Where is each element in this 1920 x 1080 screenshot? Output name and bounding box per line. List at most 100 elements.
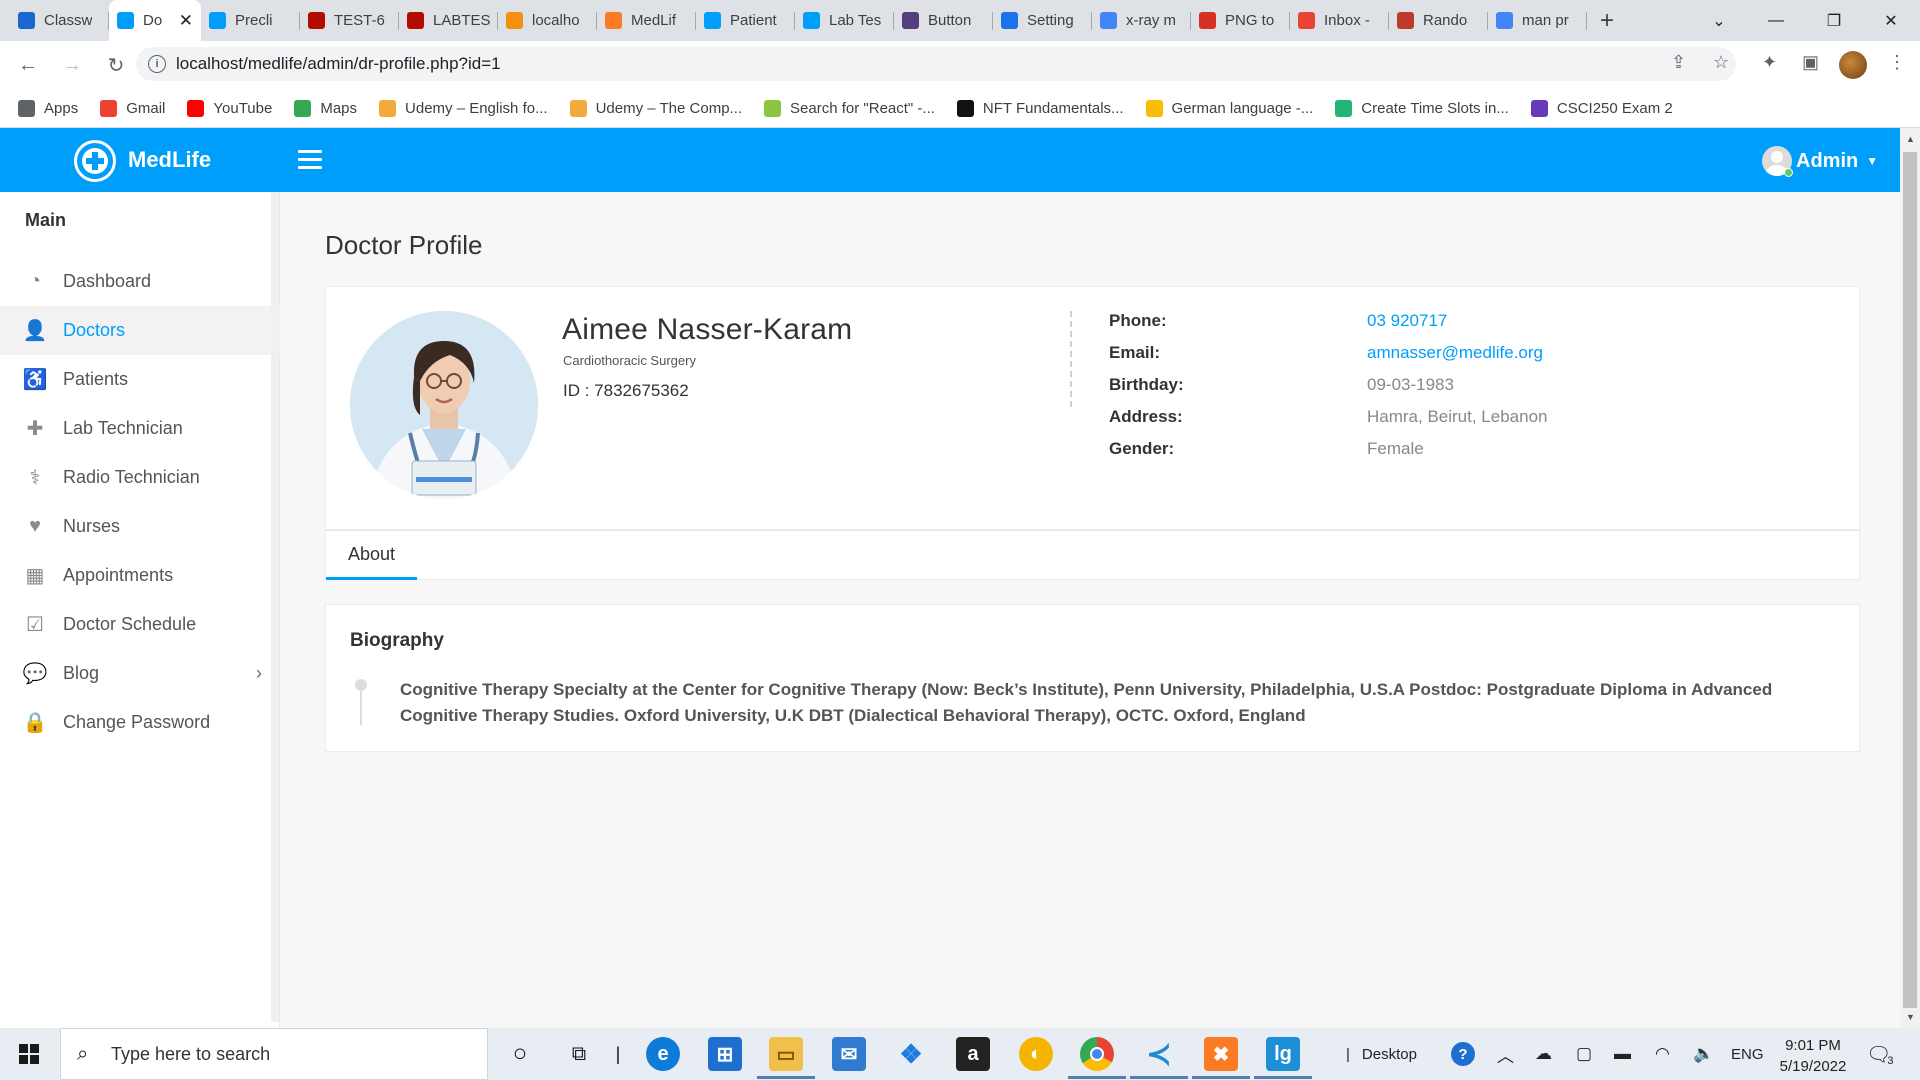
site-info-icon[interactable]: i — [148, 55, 166, 73]
desktop-toolbar[interactable]: | Desktop — [1346, 1028, 1417, 1080]
info-value[interactable]: 03 920717 — [1367, 311, 1447, 331]
hamburger-menu-icon[interactable] — [298, 150, 322, 170]
biography-card: Biography Cognitive Therapy Specialty at… — [325, 604, 1860, 752]
sidebar-scrollbar[interactable] — [271, 192, 279, 1022]
taskbar-search-field[interactable]: ⌕ Type here to search — [60, 1028, 488, 1080]
taskbar-clock[interactable]: 9:01 PM 5/19/2022 — [1768, 1035, 1858, 1077]
browser-tab[interactable]: TEST-6 — [300, 0, 399, 41]
task-view-icon[interactable]: ⧉ — [562, 1037, 596, 1071]
browser-tab[interactable]: Button — [894, 0, 993, 41]
scroll-up-icon[interactable]: ▲ — [1906, 134, 1915, 144]
mail-icon[interactable]: ✉ — [832, 1037, 866, 1071]
browser-tab[interactable]: Precli — [201, 0, 300, 41]
sidebar-item-doctors[interactable]: 👤 Doctors — [0, 306, 280, 355]
browser-tab[interactable]: Rando — [1389, 0, 1488, 41]
tab-about[interactable]: About — [326, 531, 417, 580]
sidebar-item-change-password[interactable]: 🔒 Change Password — [0, 698, 280, 747]
onedrive-icon[interactable]: ☁ — [1535, 1028, 1552, 1080]
meet-now-icon[interactable]: ▢ — [1576, 1028, 1592, 1080]
chrome-icon[interactable] — [1080, 1037, 1114, 1071]
language-indicator[interactable]: ENG — [1731, 1028, 1764, 1080]
sidebar-item-dashboard[interactable]: ◔ Dashboard — [0, 257, 280, 306]
bookmark-item[interactable]: Udemy – The Comp... — [569, 100, 742, 117]
browser-tab[interactable]: Lab Tes — [795, 0, 894, 41]
sidebar-item-doctor-schedule[interactable]: ☑ Doctor Schedule — [0, 600, 280, 649]
close-tab-icon[interactable]: ✕ — [179, 11, 193, 31]
restore-button[interactable]: ❐ — [1805, 0, 1863, 41]
scrollbar-thumb[interactable] — [1903, 152, 1917, 1008]
sidebar-item-radio-technician[interactable]: ⚕ Radio Technician — [0, 453, 280, 502]
heartbeat-icon: ♥ — [29, 515, 41, 537]
bookmark-item[interactable]: YouTube — [187, 100, 272, 117]
browser-tab[interactable]: MedLif — [597, 0, 696, 41]
scroll-down-icon[interactable]: ▼ — [1906, 1012, 1915, 1022]
bookmark-item[interactable]: Search for "React" -... — [764, 100, 935, 117]
minimize-button[interactable]: — — [1747, 0, 1805, 41]
browser-tab[interactable]: Do ✕ — [109, 0, 201, 41]
xampp-icon[interactable]: ✖ — [1204, 1037, 1238, 1071]
sidebar-item-blog[interactable]: 💬 Blog › — [0, 649, 280, 698]
dropbox-icon[interactable]: ❖ — [894, 1037, 928, 1071]
divider — [1070, 311, 1072, 407]
bookmark-item[interactable]: Gmail — [100, 100, 165, 117]
bookmark-item[interactable]: Apps — [18, 100, 78, 117]
browser-tab[interactable]: PNG to — [1191, 0, 1290, 41]
sidebar-item-label: Doctor Schedule — [63, 614, 197, 634]
sidebar-item-appointments[interactable]: ▦ Appointments — [0, 551, 280, 600]
browser-tab[interactable]: Patient — [696, 0, 795, 41]
bookmark-item[interactable]: NFT Fundamentals... — [956, 100, 1124, 117]
browser-tab[interactable]: LABTES — [399, 0, 498, 41]
notification-count: 3 — [1887, 1055, 1894, 1067]
cortana-icon[interactable]: ○ — [503, 1037, 537, 1071]
page-scrollbar[interactable]: ▲ ▼ — [1900, 128, 1920, 1028]
menu-dots-icon[interactable]: ⋮ — [1888, 52, 1906, 73]
app-circle-icon[interactable]: ◐ — [1019, 1037, 1053, 1071]
reload-icon[interactable]: ↻ — [98, 48, 134, 84]
sidebar-item-label: Doctors — [63, 320, 126, 340]
tab-search-icon[interactable]: ⌄ — [1690, 0, 1748, 41]
url-field[interactable]: i localhost/medlife/admin/dr-profile.php… — [136, 47, 1736, 81]
vscode-icon[interactable]: ≺ — [1142, 1037, 1176, 1071]
edge-icon[interactable]: e — [646, 1037, 680, 1071]
sidebar-item-lab-technician[interactable]: ✚ Lab Technician — [0, 404, 280, 453]
file-explorer-icon[interactable]: ▭ — [769, 1037, 803, 1071]
wifi-icon[interactable]: ◠ — [1655, 1028, 1670, 1080]
windows-start-button[interactable] — [0, 1028, 58, 1080]
volume-icon[interactable]: 🔈 — [1693, 1028, 1714, 1080]
browser-tab[interactable]: man pr — [1488, 0, 1587, 41]
info-value[interactable]: amnasser@medlife.org — [1367, 343, 1543, 363]
brand-name[interactable]: MedLife — [128, 147, 211, 173]
help-icon[interactable]: ? — [1451, 1028, 1475, 1080]
medlife-logo-icon[interactable] — [74, 140, 116, 182]
battery-icon[interactable]: ▬ — [1614, 1028, 1631, 1080]
browser-tab[interactable]: Classw — [10, 0, 109, 41]
browser-tab[interactable]: x-ray m — [1092, 0, 1191, 41]
browser-tab[interactable]: Setting — [993, 0, 1092, 41]
udemy-icon — [569, 100, 587, 117]
share-icon[interactable]: ⇪ — [1671, 52, 1686, 73]
extensions-icon[interactable]: ✦ — [1762, 52, 1777, 73]
bookmark-item[interactable]: Maps — [294, 100, 357, 117]
notifications-icon[interactable]: 🗨 3 — [1866, 1028, 1894, 1080]
side-panel-icon[interactable]: ▣ — [1802, 52, 1819, 73]
bookmark-label: NFT Fundamentals... — [982, 100, 1124, 117]
bookmark-item[interactable]: Udemy – English fo... — [379, 100, 548, 117]
store-icon[interactable]: ⊞ — [708, 1037, 742, 1071]
profile-avatar[interactable] — [1839, 51, 1867, 79]
show-hidden-icons-icon[interactable]: ︿ — [1497, 1028, 1514, 1080]
forward-icon[interactable]: → — [54, 48, 90, 84]
close-window-button[interactable]: ✕ — [1862, 0, 1920, 41]
sidebar-item-patients[interactable]: ♿ Patients — [0, 355, 280, 404]
sidebar-item-nurses[interactable]: ♥ Nurses — [0, 502, 280, 551]
bookmark-item[interactable]: Create Time Slots in... — [1335, 100, 1509, 117]
app-ig-icon[interactable]: lg — [1266, 1037, 1300, 1071]
new-tab-button[interactable]: + — [1587, 7, 1627, 35]
user-menu[interactable]: Admin ▼ — [1762, 146, 1878, 177]
amazon-icon[interactable]: a — [956, 1037, 990, 1071]
bookmark-star-icon[interactable]: ☆ — [1713, 52, 1729, 73]
browser-tab[interactable]: Inbox - — [1290, 0, 1389, 41]
browser-tab[interactable]: localho — [498, 0, 597, 41]
bookmark-item[interactable]: German language -... — [1145, 100, 1313, 117]
back-icon[interactable]: ← — [10, 48, 46, 84]
bookmark-item[interactable]: CSCI250 Exam 2 — [1530, 100, 1673, 117]
